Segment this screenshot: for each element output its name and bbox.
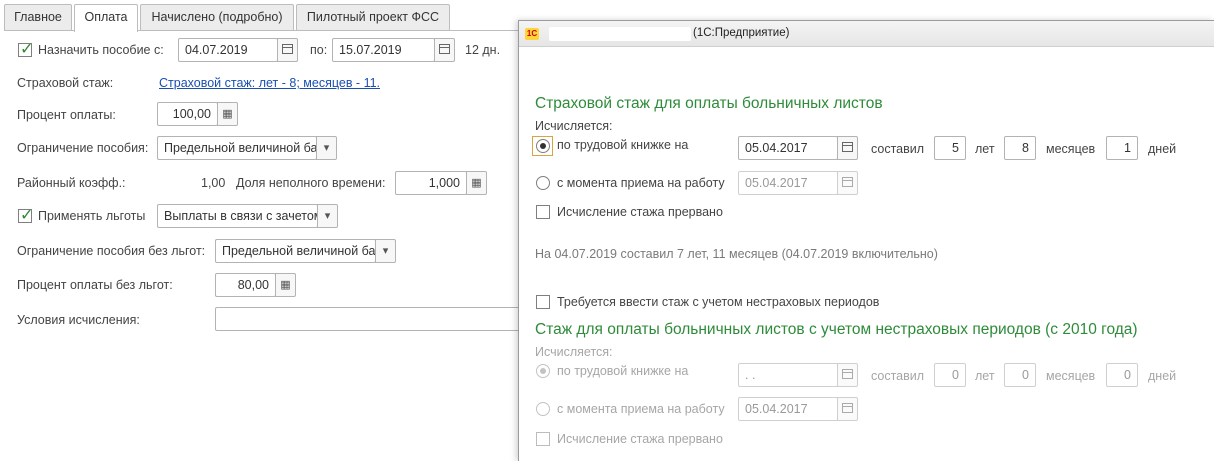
section2-calculated-label: Исчисляется: [535, 345, 613, 359]
insurance-record-label: Страховой стаж: [17, 76, 114, 90]
regional-coef-label: Районный коэфф.: [17, 176, 126, 190]
section1-hire-date-input[interactable]: 05.04.2017 [738, 171, 838, 195]
section1-made-label: составил [871, 142, 925, 156]
section1-hire-calendar-button[interactable] [837, 171, 858, 195]
section2-radio-workbook[interactable] [536, 364, 550, 378]
limit-no-benefits-dropdown-button[interactable]: ▾ [375, 239, 396, 263]
tab-main[interactable]: Главное [4, 4, 72, 31]
regional-coef-value: 1,00 [201, 176, 226, 190]
pay-percent-input[interactable]: 100,00 [157, 102, 218, 126]
calendar-icon [439, 44, 450, 55]
limit-no-benefits-select[interactable]: Предельной величиной ба [215, 239, 376, 263]
parttime-share-label: Доля неполного времени: [236, 176, 386, 190]
radio-dot-icon [540, 368, 546, 374]
pay-percent-calc-button[interactable]: ▦ [217, 102, 238, 126]
apply-benefits-label: Применять льготы [38, 209, 146, 223]
assign-from-calendar-button[interactable] [277, 38, 298, 62]
insurance-record-link[interactable]: Страховой стаж: лет - 8; месяцев - 11. [159, 76, 380, 90]
benefit-limit-label: Ограничение пособия: [17, 141, 149, 155]
benefits-type-dropdown-button[interactable]: ▾ [317, 204, 338, 228]
benefits-type-select[interactable]: Выплаты в связи с зачетом [157, 204, 318, 228]
section1-radio-hire[interactable] [536, 176, 550, 190]
dropdown-arrow-icon: ▾ [324, 210, 331, 222]
tab-accrued-detailed[interactable]: Начислено (подробно) [140, 4, 294, 31]
section2-days-label: дней [1148, 369, 1177, 383]
dropdown-arrow-icon: ▾ [323, 142, 330, 154]
section1-workbook-date-input[interactable]: 05.04.2017 [738, 136, 838, 160]
section1-months-label: месяцев [1046, 142, 1096, 156]
radio-dot-icon [540, 143, 546, 149]
parttime-share-input[interactable]: 1,000 [395, 171, 467, 195]
assign-to-calendar-button[interactable] [434, 38, 455, 62]
section2-radio-hire[interactable] [536, 402, 550, 416]
limit-no-benefits-label: Ограничение пособия без льгот: [17, 244, 206, 258]
calc-conditions-input[interactable] [215, 307, 525, 331]
assign-benefit-checkbox[interactable]: ✓ [18, 41, 33, 58]
calc-conditions-label: Условия исчисления: [17, 313, 140, 327]
section2-years-label: лет [975, 369, 995, 383]
section1-workbook-label: по трудовой книжке на [557, 138, 689, 152]
benefit-limit-select[interactable]: Предельной величиной ба [157, 136, 317, 160]
section2-years-input[interactable]: 0 [934, 363, 966, 387]
pay-percent-no-benefits-label: Процент оплаты без льгот: [17, 278, 173, 292]
section2-days-input[interactable]: 0 [1106, 363, 1138, 387]
section2-workbook-date-input[interactable]: . . [738, 363, 838, 387]
section2-interrupted-label: Исчисление стажа прервано [557, 432, 723, 446]
section2-made-label: составил [871, 369, 925, 383]
section2-hire-calendar-button[interactable] [837, 397, 858, 421]
calendar-icon [842, 369, 853, 380]
section2-hire-label: с момента приема на работу [557, 402, 725, 416]
tab-fss-pilot[interactable]: Пилотный проект ФСС [296, 4, 450, 31]
pay-percent-no-benefits-calc-button[interactable]: ▦ [275, 273, 296, 297]
pay-percent-no-benefits-input[interactable]: 80,00 [215, 273, 276, 297]
calendar-icon [282, 44, 293, 55]
parttime-share-calc-button[interactable]: ▦ [466, 171, 487, 195]
section2-hire-date-input[interactable]: 05.04.2017 [738, 397, 838, 421]
redacted-title [549, 27, 691, 41]
assign-to-date-input[interactable]: 15.07.2019 [332, 38, 435, 62]
calculator-icon: ▦ [222, 108, 233, 120]
calendar-icon [842, 142, 853, 153]
1c-logo-icon: 1С [525, 28, 539, 40]
days-count: 12 дн. [465, 43, 501, 57]
non-insurance-label: Требуется ввести стаж с учетом нестрахов… [557, 295, 880, 309]
tab-payment[interactable]: Оплата [74, 4, 138, 32]
calendar-icon [842, 403, 853, 414]
section2-workbook-label: по трудовой книжке на [557, 364, 689, 378]
benefit-limit-dropdown-button[interactable]: ▾ [316, 136, 337, 160]
section1-months-input[interactable]: 8 [1004, 136, 1036, 160]
section2-months-label: месяцев [1046, 369, 1096, 383]
section1-years-input[interactable]: 5 [934, 136, 966, 160]
dropdown-arrow-icon: ▾ [382, 245, 389, 257]
calendar-icon [842, 177, 853, 188]
assign-benefit-label: Назначить пособие с: [38, 43, 164, 57]
section1-days-input[interactable]: 1 [1106, 136, 1138, 160]
insurance-record-dialog: 1С (1С:Предприятие) Страховой стаж для о… [518, 20, 1214, 461]
section1-summary: На 04.07.2019 составил 7 лет, 11 месяцев… [535, 247, 938, 261]
section1-interrupted-checkbox[interactable] [536, 205, 550, 219]
section1-calculated-label: Исчисляется: [535, 119, 613, 133]
section2-months-input[interactable]: 0 [1004, 363, 1036, 387]
section1-years-label: лет [975, 142, 995, 156]
section2-heading: Стаж для оплаты больничных листов с учет… [535, 321, 1138, 338]
apply-benefits-checkbox[interactable]: ✓ [18, 207, 33, 224]
non-insurance-checkbox[interactable] [536, 295, 550, 309]
checkmark-icon: ✓ [20, 41, 34, 58]
dialog-title: (1С:Предприятие) [693, 27, 790, 39]
checkmark-icon: ✓ [20, 207, 34, 224]
section1-interrupted-label: Исчисление стажа прервано [557, 205, 723, 219]
section1-workbook-calendar-button[interactable] [837, 136, 858, 160]
section1-hire-label: с момента приема на работу [557, 176, 725, 190]
pay-percent-label: Процент оплаты: [17, 108, 116, 122]
section1-radio-workbook[interactable] [536, 139, 550, 153]
calculator-icon: ▦ [471, 177, 482, 189]
assign-to-label: по: [310, 43, 328, 57]
section2-workbook-calendar-button[interactable] [837, 363, 858, 387]
dialog-titlebar: 1С (1С:Предприятие) [519, 21, 1214, 47]
calculator-icon: ▦ [280, 279, 291, 291]
section2-interrupted-checkbox[interactable] [536, 432, 550, 446]
section1-heading: Страховой стаж для оплаты больничных лис… [535, 95, 883, 112]
section1-days-label: дней [1148, 142, 1177, 156]
assign-from-date-input[interactable]: 04.07.2019 [178, 38, 278, 62]
